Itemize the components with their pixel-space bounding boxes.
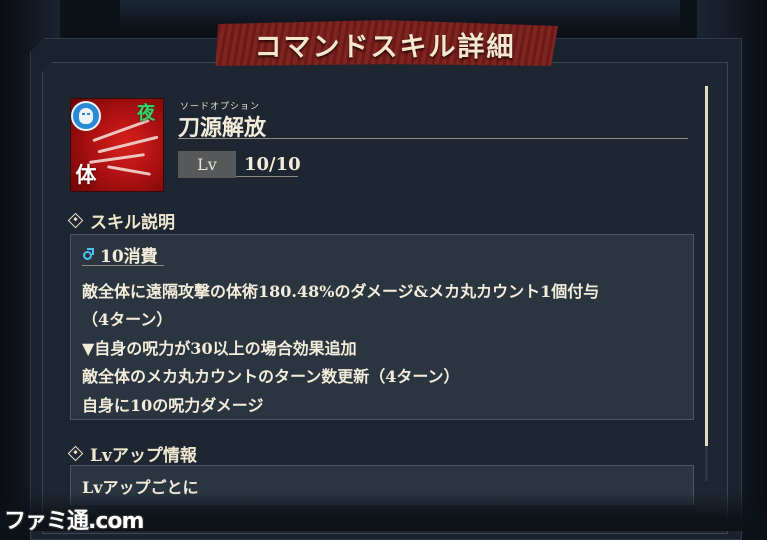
section-heading-description: スキル説明 bbox=[67, 208, 175, 233]
divider bbox=[178, 138, 688, 139]
description-line: ▼自身の呪力が30以上の場合効果追加 bbox=[82, 339, 357, 358]
section-heading-text: Lvアップ情報 bbox=[90, 446, 197, 466]
description-line: 自身に10の呪力ダメージ bbox=[82, 396, 264, 415]
body-attribute-icon: 体 bbox=[75, 162, 97, 187]
description-line: （4ターン） bbox=[82, 310, 173, 329]
section-heading-level-up: Lvアップ情報 bbox=[67, 441, 197, 466]
cost-text: 10消費 bbox=[100, 247, 158, 267]
section-heading-text: スキル説明 bbox=[90, 213, 175, 233]
diamond-bullet-icon bbox=[67, 212, 84, 229]
slash-mark bbox=[107, 165, 151, 176]
watermark-logo: ファミ通.com bbox=[4, 509, 144, 534]
cost-row: 10消費 bbox=[82, 242, 158, 267]
slash-mark bbox=[97, 135, 159, 154]
description-line: 敵全体のメカ丸カウントのターン数更新（4ターン） bbox=[82, 367, 460, 386]
level-label: Lv bbox=[178, 151, 236, 178]
description-line: 敵全体に遠隔攻撃の体術180.48%のダメージ&メカ丸カウント1個付与 bbox=[82, 282, 600, 301]
cursed-energy-icon bbox=[82, 247, 94, 262]
mask-icon bbox=[71, 101, 101, 131]
scrollbar-thumb[interactable] bbox=[705, 86, 708, 446]
diamond-bullet-icon bbox=[67, 445, 84, 462]
divider bbox=[236, 176, 298, 177]
dialog-title: コマンドスキル詳細 bbox=[254, 31, 516, 63]
divider bbox=[82, 265, 164, 266]
night-attribute-icon: 夜 bbox=[137, 103, 155, 124]
level-value: 10/10 bbox=[244, 154, 301, 175]
